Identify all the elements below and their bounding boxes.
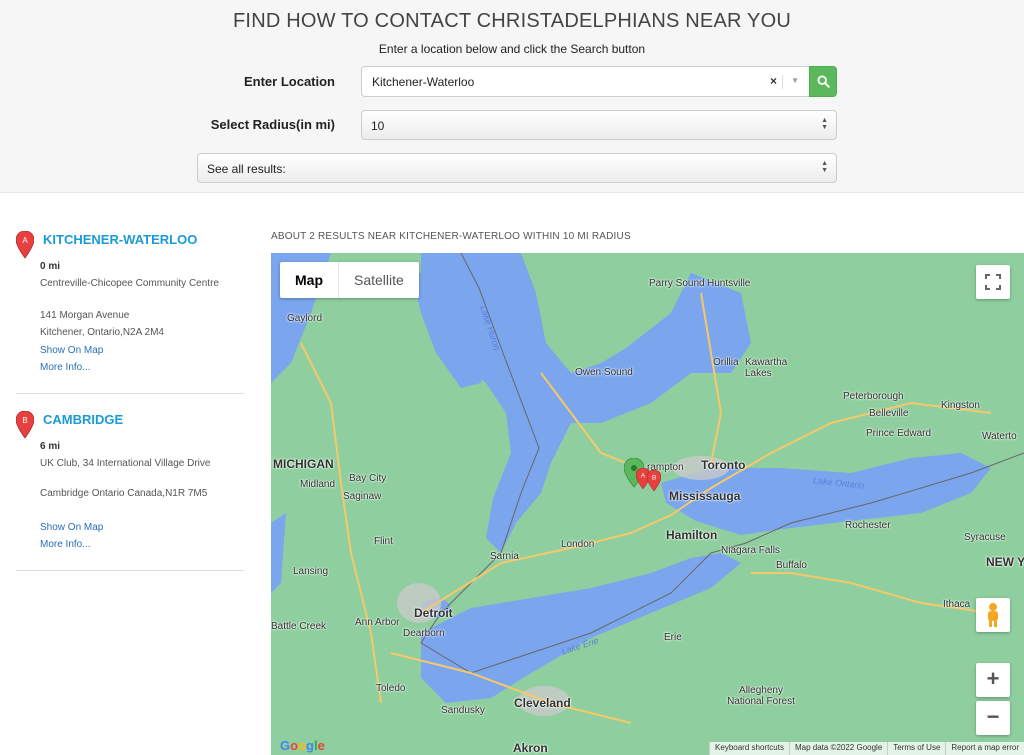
place-label: Waterto [982,431,1017,442]
map-canvas[interactable] [271,253,1024,755]
place-label: Parry Sound [649,278,705,289]
map-type-control: Map Satellite [280,262,419,298]
place-label: Midland [300,479,336,490]
place-label: Toronto [701,458,746,472]
place-label: Owen Sound [575,367,633,378]
report-map-error-link[interactable]: Report a map error [945,742,1024,755]
radius-label: Select Radius(in mi) [210,117,335,132]
place-label: Erie [664,632,682,643]
result-distance: 0 mi [40,261,61,272]
search-panel: FIND HOW TO CONTACT CHRISTADELPHIANS NEA… [0,0,1024,193]
place-label: Belleville [869,408,909,419]
svg-text:B: B [652,475,656,482]
place-label: MICHIGAN [273,457,334,471]
more-info-link[interactable]: More Info... [40,539,91,550]
place-label: Hamilton [666,528,718,542]
place-label: Saginaw [343,491,382,502]
results-select-value: See all results: [207,162,286,176]
location-value[interactable]: Kitchener-Waterloo [372,75,474,89]
instructions-text: Enter a location below and click the Sea… [378,42,646,56]
place-label: NEW YO [986,555,1024,569]
place-label: Sarnia [490,551,519,562]
place-label: Gaylord [287,313,323,324]
location-input[interactable]: Kitchener-Waterloo × ▼ [361,66,809,97]
more-info-link[interactable]: More Info... [40,362,91,373]
place-label: Dearborn [403,628,445,639]
select-arrows-icon: ▲ ▼ [821,160,828,174]
place-label: Cleveland [514,696,571,710]
fullscreen-button[interactable] [976,265,1010,299]
radius-select[interactable]: 10 ▲ ▼ [361,110,837,140]
result-name-link[interactable]: KITCHENER-WATERLOO [43,232,197,247]
select-arrows-icon: ▲ ▼ [821,117,828,131]
svg-text:B: B [22,416,27,425]
place-label: Ann Arbor [355,617,400,628]
place-label: Bay City [349,473,387,484]
address-line: Cambridge Ontario Canada,N1R 7M5 [40,488,208,499]
address-line: Centreville-Chicopee Community Centre [40,278,219,289]
svg-text:A: A [641,473,646,480]
map-type-satellite-button[interactable]: Satellite [339,262,419,298]
zoom-out-button[interactable]: − [976,701,1010,735]
place-label: Battle Creek [271,621,327,632]
search-button[interactable] [809,66,837,97]
place-label: Rochester [845,520,891,531]
page-title: FIND HOW TO CONTACT CHRISTADELPHIANS NEA… [233,10,791,32]
place-label: Lansing [293,566,329,577]
fullscreen-icon [985,274,1001,290]
result-distance: 6 mi [40,441,61,452]
result-name-link[interactable]: CAMBRIDGE [43,412,123,427]
place-label: Kingston [941,400,980,411]
place-label: Detroit [414,606,453,620]
input-divider [782,75,783,89]
place-label: Sandusky [441,705,485,716]
map-type-map-button[interactable]: Map [280,262,339,298]
place-label: Huntsville [707,278,751,289]
street-view-button[interactable] [976,598,1010,632]
show-on-map-link[interactable]: Show On Map [40,345,103,356]
place-label: Mississauga [669,489,741,503]
map[interactable]: Toronto Mississauga Hamilton Detroit Cle… [271,253,1024,755]
results-select[interactable]: See all results: ▲ ▼ [197,153,837,183]
address-line: UK Club, 34 International Village Drive [40,458,211,469]
place-label: Kawartha Lakes [745,357,788,379]
location-label: Enter Location [243,74,335,89]
marker-b-icon: B [16,411,34,439]
place-label: London [561,539,595,550]
place-label: Prince Edward [866,428,932,439]
place-label: Flint [374,536,393,547]
result-list-item: B CAMBRIDGE 6 mi UK Club, 34 Internation… [16,409,244,571]
chevron-down-icon[interactable]: ▼ [791,76,799,85]
place-label: Orillia [713,357,739,368]
map-marker-b-icon[interactable]: B [647,470,661,492]
place-label: Akron [513,741,548,755]
place-label: Allegheny National Forest [727,685,795,707]
place-label: Toledo [376,683,406,694]
radius-value: 10 [371,119,385,133]
place-label: Ithaca [943,599,971,610]
results-summary: ABOUT 2 RESULTS NEAR KITCHENER-WATERLOO … [271,231,631,242]
map-data-text: Map data ©2022 Google [788,742,887,755]
place-label: Peterborough [843,391,904,402]
keyboard-shortcuts-link[interactable]: Keyboard shortcuts [709,742,789,755]
svg-text:A: A [22,236,28,245]
result-list-item: A KITCHENER-WATERLOO 0 mi Centreville-Ch… [16,229,244,394]
google-logo: Google [280,738,325,753]
place-label: Buffalo [776,560,807,571]
place-label: Niagara Falls [721,545,780,556]
pegman-icon [988,603,998,627]
address-line: Kitchener, Ontario,N2A 2M4 [40,327,164,338]
plus-icon: + [986,666,1000,691]
show-on-map-link[interactable]: Show On Map [40,522,103,533]
marker-a-icon: A [16,231,34,259]
clear-icon[interactable]: × [770,74,777,88]
place-label: Syracuse [964,532,1006,543]
minus-icon: − [986,704,1000,729]
address-line: 141 Morgan Avenue [40,310,130,321]
zoom-in-button[interactable]: + [976,663,1010,697]
terms-of-use-link[interactable]: Terms of Use [887,742,945,755]
map-footer: Keyboard shortcuts Map data ©2022 Google… [709,742,1024,755]
search-icon [817,75,830,88]
